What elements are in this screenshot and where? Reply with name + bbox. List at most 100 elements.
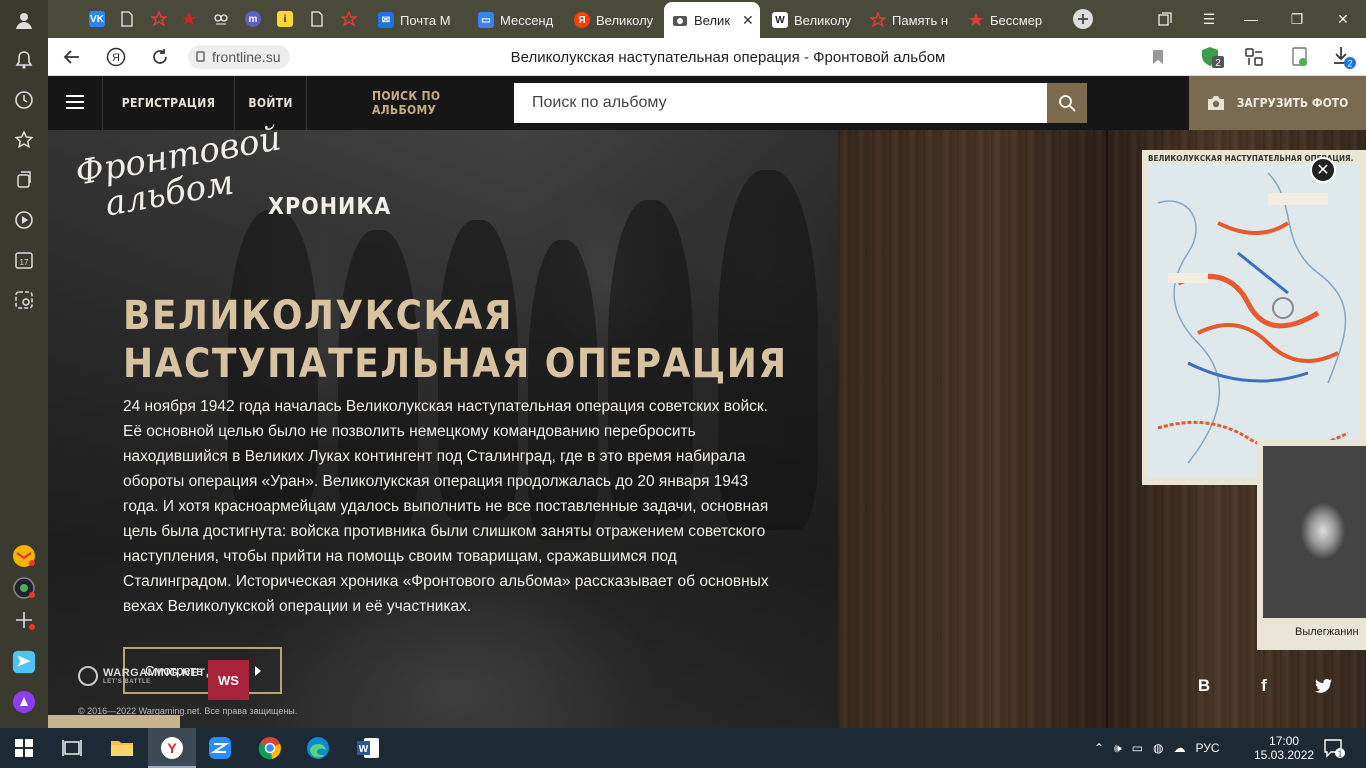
twitter-share-icon[interactable]	[1312, 674, 1336, 698]
minimize-button[interactable]: —	[1238, 6, 1264, 32]
pinned-tab-doc[interactable]	[116, 8, 138, 30]
svg-text:Я: Я	[112, 52, 120, 64]
notifications-icon[interactable]: 1	[1322, 736, 1346, 760]
tab-label: Великолу	[596, 12, 654, 28]
page-title[interactable]: Великолукская наступательная операция - …	[448, 38, 1008, 76]
antivirus-icon[interactable]: ◍	[1153, 741, 1163, 755]
wargaming-text: WARGAMING.NET	[103, 667, 206, 679]
pinned-tab-star[interactable]	[148, 8, 170, 30]
tab-messenger[interactable]: ▭ Мессенд	[470, 2, 566, 38]
tab-view-button[interactable]	[1152, 6, 1178, 32]
bookmark-button[interactable]	[1146, 45, 1170, 69]
facebook-share-icon[interactable]: f	[1252, 674, 1276, 698]
task-view-icon[interactable]	[60, 736, 84, 760]
tab-label: Бессмер	[990, 12, 1043, 28]
tab-frontline-active[interactable]: Велик ✕	[664, 2, 760, 38]
add-panel-icon[interactable]	[12, 608, 36, 632]
weather-icon[interactable]: ☁	[1173, 741, 1185, 755]
tab-pamyat[interactable]: Память н	[862, 2, 956, 38]
portrait-card[interactable]: Вылегжанин	[1257, 440, 1366, 650]
messenger-app-icon[interactable]	[12, 650, 36, 674]
back-button[interactable]	[60, 45, 84, 69]
globe-icon	[78, 666, 98, 686]
yandex-logo-icon: Я	[106, 47, 126, 67]
pinned-tab-metro[interactable]: m	[242, 8, 264, 30]
screenshot-icon[interactable]	[12, 288, 36, 312]
volume-icon[interactable]: 🕪	[1114, 741, 1122, 756]
pinned-tab-info[interactable]: i	[274, 8, 296, 30]
album-search-label[interactable]: ПОИСК ПО АЛЬБОМУ	[372, 76, 500, 130]
chevron-up-icon[interactable]: ⌃	[1094, 741, 1104, 755]
svg-text:Y: Y	[167, 740, 177, 756]
word-icon[interactable]: W	[356, 736, 380, 760]
play-arrow-icon	[255, 665, 262, 676]
metro-icon: m	[245, 11, 261, 27]
clock-date: 15.03.2022	[1254, 748, 1315, 762]
pinned-tab-star2[interactable]	[338, 8, 360, 30]
play-icon[interactable]	[12, 208, 36, 232]
history-icon[interactable]	[12, 88, 36, 112]
mail-app-icon[interactable]	[12, 544, 36, 568]
tab-mail[interactable]: ✉ Почта M	[370, 2, 466, 38]
yandex-home-button[interactable]: Я	[104, 45, 128, 69]
site-header: РЕГИСТРАЦИЯ ВОЙТИ ПОИСК ПО АЛЬБОМУ Поиск…	[48, 76, 1366, 130]
close-window-button[interactable]: ✕	[1330, 6, 1356, 32]
chrome-icon[interactable]	[258, 736, 282, 760]
profile-icon[interactable]	[12, 8, 36, 32]
wargaming-logo[interactable]: WARGAMING.NET LET'S BATTLE	[78, 666, 205, 686]
map-card[interactable]: ВЕЛИКОЛУКСКАЯ НАСТУПАТЕЛЬНАЯ ОПЕРАЦИЯ. ✕	[1142, 150, 1366, 485]
tabs-icon	[1158, 12, 1172, 26]
search-button[interactable]	[1047, 83, 1087, 123]
alice-icon[interactable]	[12, 690, 36, 714]
bell-icon[interactable]	[12, 48, 36, 72]
extensions-button[interactable]	[1242, 45, 1266, 69]
upload-label: ЗАГРУЗИТЬ ФОТО	[1236, 96, 1349, 110]
reload-button[interactable]	[148, 45, 172, 69]
pinned-tab-doc2[interactable]	[306, 8, 328, 30]
warspot-logo[interactable]: WS	[208, 660, 249, 700]
download-icon: 2	[1334, 47, 1356, 69]
language-indicator[interactable]: РУС	[1195, 741, 1219, 755]
register-link[interactable]: РЕГИСТРАЦИЯ	[102, 76, 234, 130]
tab-yandex[interactable]: Я Великолу	[566, 2, 662, 38]
upload-photo-button[interactable]: ЗАГРУЗИТЬ ФОТО	[1189, 76, 1366, 130]
yandex-browser-icon[interactable]: Y	[160, 736, 184, 760]
clock[interactable]: 17:00 15.03.2022	[1254, 728, 1314, 768]
tab-bessmertny[interactable]: Бессмер	[960, 2, 1056, 38]
album-search-input[interactable]: Поиск по альбому	[514, 83, 1047, 123]
hamburger-menu-icon[interactable]	[66, 95, 84, 109]
zoom-icon[interactable]	[208, 736, 232, 760]
network-icon[interactable]: ▭	[1132, 741, 1143, 755]
pinned-tab-medal[interactable]	[178, 8, 200, 30]
new-tab-button[interactable]	[1070, 6, 1096, 32]
app-icon[interactable]	[12, 576, 36, 600]
star-icon[interactable]	[12, 128, 36, 152]
portrait-name: Вылегжанин	[1295, 626, 1359, 638]
menu-button[interactable]: ☰	[1196, 6, 1222, 32]
wargaming-subtext: LET'S BATTLE	[103, 679, 151, 685]
nav-divider	[306, 76, 307, 130]
restore-button[interactable]: ❐	[1284, 6, 1310, 32]
wood-background: ВЕЛИКОЛУКСКАЯ НАСТУПАТЕЛЬНАЯ ОПЕРАЦИЯ. ✕…	[838, 130, 1366, 728]
browser-sidebar: 17	[0, 0, 48, 728]
windows-taskbar: Y W ⌃ 🕪 ▭ ◍ ☁ РУС 17:00 15.03.2022 1	[0, 728, 1366, 768]
edge-icon[interactable]	[306, 736, 330, 760]
reader-button[interactable]	[1288, 45, 1312, 69]
windows-start-icon[interactable]	[12, 736, 36, 760]
vk-share-icon[interactable]: В	[1192, 674, 1216, 698]
pinned-tab-vk[interactable]: VK	[86, 8, 108, 30]
protect-button[interactable]: 2	[1200, 45, 1224, 69]
svg-text:2: 2	[1347, 59, 1352, 69]
downloads-button[interactable]: 2	[1332, 45, 1356, 69]
tab-wikipedia[interactable]: W Великолу	[764, 2, 858, 38]
close-icon[interactable]: ✕	[1310, 157, 1336, 183]
svg-text:1: 1	[1338, 750, 1343, 759]
collections-icon[interactable]	[12, 168, 36, 192]
close-tab-icon[interactable]: ✕	[742, 12, 754, 29]
url-domain[interactable]: frontline.su	[188, 45, 291, 69]
file-explorer-icon[interactable]	[110, 736, 134, 760]
calendar-icon[interactable]: 17	[12, 248, 36, 272]
frontline-album-logo[interactable]: Фронтовой альбом	[73, 118, 285, 256]
pinned-tab-owl[interactable]	[210, 8, 232, 30]
arrow-left-icon	[63, 50, 79, 64]
